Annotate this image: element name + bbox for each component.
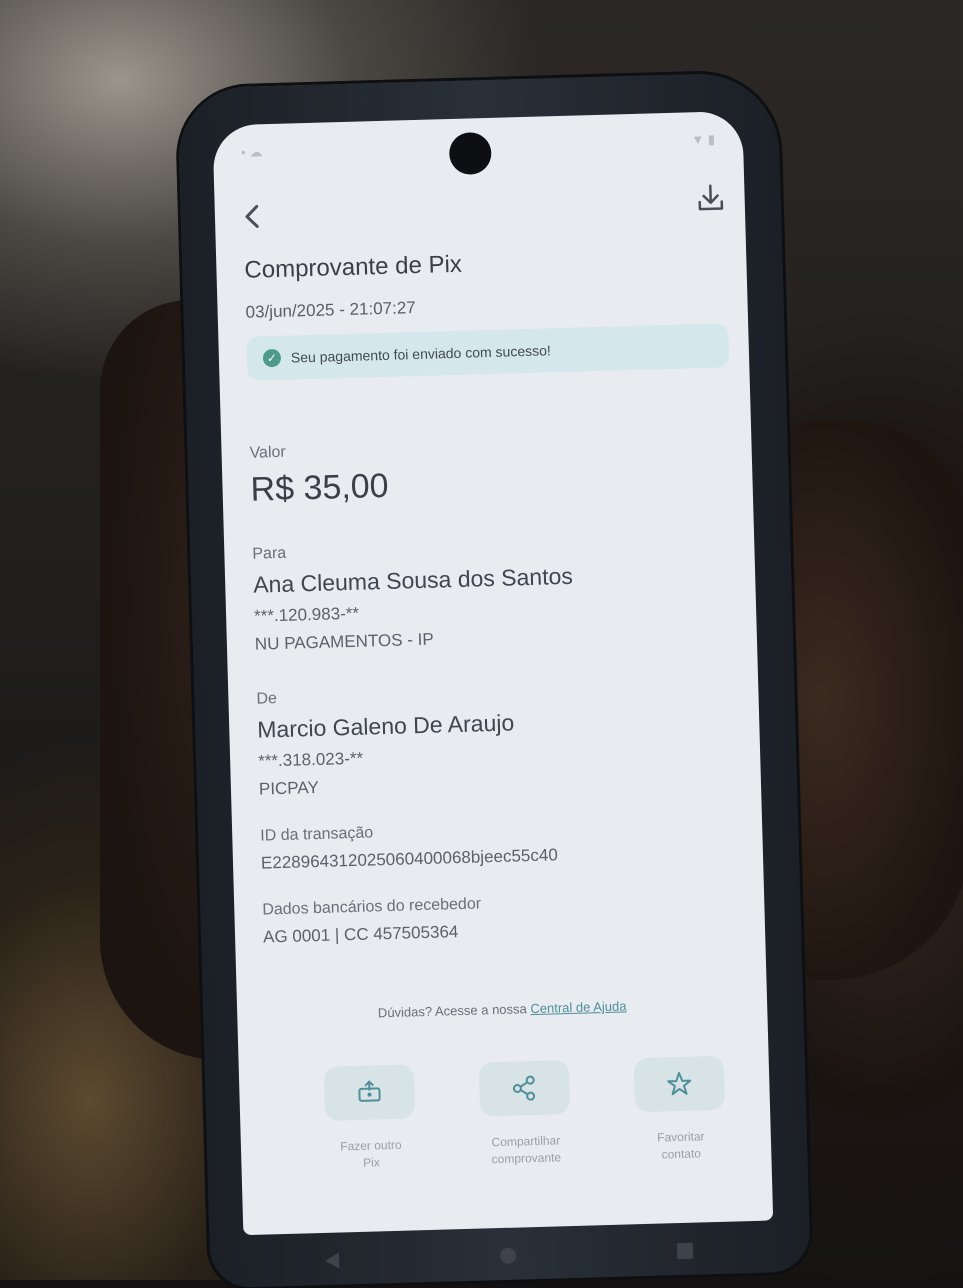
nav-recent-apps-icon[interactable] — [677, 1243, 693, 1259]
recipient-institution: NU PAGAMENTOS - IP — [255, 621, 737, 654]
recipient-label: Para — [252, 532, 734, 563]
phone-screen: • ☁ ▼ ▮ Comprovante de Pix 03/jun/2025 -… — [212, 111, 773, 1235]
chevron-left-icon — [234, 198, 271, 235]
sender-name: Marcio Galeno De Araujo — [257, 703, 740, 743]
new-pix-button-bg — [324, 1064, 415, 1120]
action-buttons: Fazer outroPix Compartilharcomprovante — [319, 1056, 732, 1173]
share-icon — [510, 1074, 539, 1103]
amount-section: Valor R$ 35,00 — [249, 431, 733, 509]
download-icon — [692, 179, 729, 216]
help-center-link[interactable]: Central de Ajuda — [530, 998, 627, 1016]
check-circle-icon: ✓ — [263, 349, 281, 367]
bank-details-value: AG 0001 | CC 457505364 — [263, 914, 745, 947]
nav-back-icon[interactable] — [325, 1253, 339, 1269]
status-right-icons: ▼ ▮ — [691, 132, 715, 149]
recipient-section: Para Ana Cleuma Sousa dos Santos ***.120… — [252, 532, 737, 654]
help-text: Dúvidas? Acesse a nossa Central de Ajuda — [237, 995, 767, 1025]
new-pix-button[interactable]: Fazer outroPix — [319, 1064, 422, 1172]
success-banner: ✓ Seu pagamento foi enviado com sucesso! — [246, 323, 729, 380]
amount-value: R$ 35,00 — [250, 457, 733, 509]
recipient-name: Ana Cleuma Sousa dos Santos — [253, 558, 736, 598]
sender-institution: PICPAY — [259, 766, 741, 799]
share-receipt-label: Compartilharcomprovante — [476, 1132, 577, 1168]
favorite-contact-label: Favoritarcontato — [631, 1128, 732, 1164]
star-icon — [665, 1070, 694, 1099]
status-left-icons: • ☁ — [241, 144, 263, 161]
share-receipt-button[interactable]: Compartilharcomprovante — [474, 1060, 577, 1168]
receipt-content: Comprovante de Pix 03/jun/2025 - 21:07:2… — [244, 243, 745, 947]
top-bar — [214, 179, 745, 244]
transaction-section: ID da transação E228964312025060400068bj… — [260, 814, 743, 873]
download-button[interactable] — [692, 179, 729, 216]
favorite-contact-button[interactable]: Favoritarcontato — [629, 1056, 732, 1164]
sender-document: ***.318.023-** — [258, 738, 740, 771]
transaction-id-label: ID da transação — [260, 814, 742, 845]
transaction-id-value: E228964312025060400068bjeec55c40 — [261, 840, 743, 873]
help-prefix: Dúvidas? Acesse a nossa — [378, 1001, 527, 1020]
bank-details-section: Dados bancários do recebedor AG 0001 | C… — [262, 888, 745, 947]
recipient-document: ***.120.983-** — [254, 593, 736, 626]
back-button[interactable] — [234, 198, 271, 235]
transaction-datetime: 03/jun/2025 - 21:07:27 — [245, 289, 727, 322]
nav-home-icon[interactable] — [500, 1248, 516, 1264]
share-receipt-button-bg — [479, 1060, 570, 1116]
favorite-contact-button-bg — [634, 1056, 725, 1112]
phone-device: • ☁ ▼ ▮ Comprovante de Pix 03/jun/2025 -… — [177, 72, 810, 1288]
new-pix-label: Fazer outroPix — [321, 1136, 422, 1172]
new-pix-icon — [355, 1078, 384, 1107]
page-title: Comprovante de Pix — [244, 243, 727, 284]
bank-details-label: Dados bancários do recebedor — [262, 888, 744, 919]
sender-label: De — [256, 677, 738, 708]
amount-label: Valor — [249, 431, 731, 462]
success-message: Seu pagamento foi enviado com sucesso! — [291, 342, 551, 365]
sender-section: De Marcio Galeno De Araujo ***.318.023-*… — [256, 677, 741, 799]
